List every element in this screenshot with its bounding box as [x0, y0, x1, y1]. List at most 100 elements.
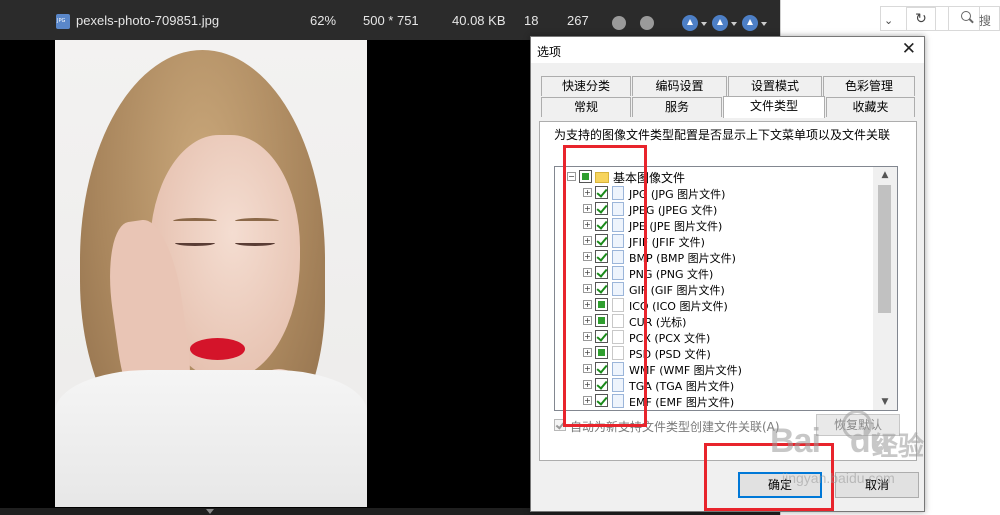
file-type-checkbox[interactable]	[595, 234, 608, 247]
expand-icon[interactable]: +	[583, 396, 592, 405]
file-type-checkbox[interactable]	[595, 298, 608, 311]
expand-icon[interactable]: +	[583, 236, 592, 245]
tree-root-label: 基本图像文件	[613, 171, 686, 185]
auto-assoc-checkbox[interactable]	[554, 419, 566, 431]
tree-root-checkbox[interactable]	[579, 170, 592, 183]
expand-icon[interactable]: +	[583, 268, 592, 277]
chevron-down-icon[interactable]: ⌄	[884, 14, 893, 27]
file-type-label: GIF (GIF 图片文件)	[629, 284, 725, 297]
file-type-checkbox[interactable]	[595, 394, 608, 407]
file-type-row[interactable]: + WMF (WMF 图片文件)	[555, 361, 873, 377]
jpg-file-icon	[56, 14, 70, 29]
file-type-row[interactable]: + GIF (GIF 图片文件)	[555, 281, 873, 297]
expand-icon[interactable]: +	[583, 188, 592, 197]
tree-root-row[interactable]: − 基本图像文件	[555, 169, 873, 185]
file-type-row[interactable]: + TGA (TGA 图片文件)	[555, 377, 873, 393]
file-type-checkbox[interactable]	[595, 250, 608, 263]
photo-lips	[190, 338, 245, 360]
circle-button-icon[interactable]	[612, 16, 626, 30]
auto-assoc-checkbox-row[interactable]: 自动为新支持文件类型创建文件关联(A)	[554, 418, 794, 434]
file-type-row[interactable]: + PNG (PNG 文件)	[555, 265, 873, 281]
tab-quick-sort[interactable]: 快速分类	[541, 76, 631, 96]
cancel-button[interactable]: 取消	[835, 472, 919, 498]
file-type-checkbox[interactable]	[595, 218, 608, 231]
file-type-row[interactable]: + EMF (EMF 图片文件)	[555, 393, 873, 409]
blank-file-icon	[612, 298, 624, 312]
tab-general[interactable]: 常规	[541, 97, 631, 117]
file-type-label: BMP (BMP 图片文件)	[629, 252, 736, 265]
file-type-checkbox[interactable]	[595, 378, 608, 391]
expand-icon[interactable]: +	[583, 284, 592, 293]
file-type-checkbox[interactable]	[595, 186, 608, 199]
file-type-row[interactable]: + JPEG (JPEG 文件)	[555, 201, 873, 217]
nav-up-icon[interactable]	[682, 15, 698, 31]
file-type-checkbox[interactable]	[595, 266, 608, 279]
scroll-up-icon[interactable]: ▲	[873, 167, 897, 183]
ok-button[interactable]: 确定	[738, 472, 822, 498]
tab-mode[interactable]: 设置模式	[728, 76, 822, 96]
chevron-down-icon[interactable]	[701, 22, 707, 26]
file-type-checkbox[interactable]	[595, 314, 608, 327]
tab-color-management[interactable]: 色彩管理	[823, 76, 915, 96]
chevron-down-icon[interactable]	[731, 22, 737, 26]
photo-shirt	[55, 370, 367, 507]
expand-icon[interactable]: +	[583, 300, 592, 309]
file-type-label: TGA (TGA 图片文件)	[629, 380, 735, 393]
file-type-row[interactable]: + JPE (JPE 图片文件)	[555, 217, 873, 233]
tab-file-types[interactable]: 文件类型	[723, 96, 825, 118]
jpg-icon	[612, 202, 624, 216]
tab-favorites[interactable]: 收藏夹	[826, 97, 915, 117]
file-type-label: PCX (PCX 文件)	[629, 332, 711, 345]
expand-icon[interactable]: −	[567, 172, 576, 181]
viewer-total: 267	[567, 13, 589, 28]
close-icon[interactable]: ✕	[902, 39, 916, 59]
expand-icon[interactable]: +	[583, 204, 592, 213]
circle-button-icon[interactable]	[640, 16, 654, 30]
blank-file-icon	[612, 346, 624, 360]
search-input[interactable]: 搜	[948, 6, 1000, 31]
nav-up-icon[interactable]	[712, 15, 728, 31]
chevron-down-icon[interactable]	[761, 22, 767, 26]
tga-icon	[612, 378, 624, 392]
tab-service[interactable]: 服务	[632, 97, 722, 117]
expand-icon[interactable]: +	[583, 380, 592, 389]
file-type-label: ICO (ICO 图片文件)	[629, 300, 728, 313]
viewer-index: 18	[524, 13, 539, 28]
photo-eye	[235, 240, 275, 246]
file-type-checkbox[interactable]	[595, 282, 608, 295]
file-type-label: JPG (JPG 图片文件)	[629, 188, 726, 201]
file-type-row[interactable]: + BMP (BMP 图片文件)	[555, 249, 873, 265]
bmp-icon	[612, 250, 624, 264]
file-type-row[interactable]: + ICO (ICO 图片文件)	[555, 297, 873, 313]
expand-icon[interactable]: +	[583, 252, 592, 261]
expand-icon[interactable]: +	[583, 316, 592, 325]
file-type-checkbox[interactable]	[595, 362, 608, 375]
wmf-icon	[612, 362, 624, 376]
refresh-icon[interactable]: ↻	[906, 7, 936, 31]
displayed-photo	[55, 40, 367, 507]
expand-icon[interactable]: +	[583, 332, 592, 341]
expand-icon[interactable]: +	[583, 364, 592, 373]
file-type-tree[interactable]: − 基本图像文件 + JPG (JPG 图片文件) + JPEG (JPEG 文件) + JP…	[554, 166, 898, 411]
file-types-description: 为支持的图像文件类型配置是否显示上下文菜单项以及文件关联	[554, 128, 891, 142]
file-type-row[interactable]: + JPG (JPG 图片文件)	[555, 185, 873, 201]
file-type-row[interactable]: + CUR (光标)	[555, 313, 873, 329]
tab-encoding[interactable]: 编码设置	[632, 76, 727, 96]
tree-scrollbar[interactable]: ▲ ▼	[873, 167, 897, 410]
viewer-toolbar: pexels-photo-709851.jpg 62% 500 * 751 40…	[0, 0, 780, 40]
file-type-label: JFIF (JFIF 文件)	[629, 236, 705, 249]
file-type-label: EMF (EMF 图片文件)	[629, 396, 735, 409]
file-type-row[interactable]: + PCX (PCX 文件)	[555, 329, 873, 345]
expand-icon[interactable]: +	[583, 348, 592, 357]
nav-up-icon[interactable]	[742, 15, 758, 31]
expand-icon[interactable]: +	[583, 220, 592, 229]
file-type-checkbox[interactable]	[595, 202, 608, 215]
emf-icon	[612, 394, 624, 408]
file-type-row[interactable]: + PSD (PSD 文件)	[555, 345, 873, 361]
file-type-checkbox[interactable]	[595, 330, 608, 343]
file-type-row[interactable]: + JFIF (JFIF 文件)	[555, 233, 873, 249]
scroll-thumb[interactable]	[878, 185, 891, 313]
scroll-down-icon[interactable]: ▼	[873, 394, 897, 410]
restore-defaults-button[interactable]: 恢复默认	[816, 414, 900, 436]
file-type-checkbox[interactable]	[595, 346, 608, 359]
